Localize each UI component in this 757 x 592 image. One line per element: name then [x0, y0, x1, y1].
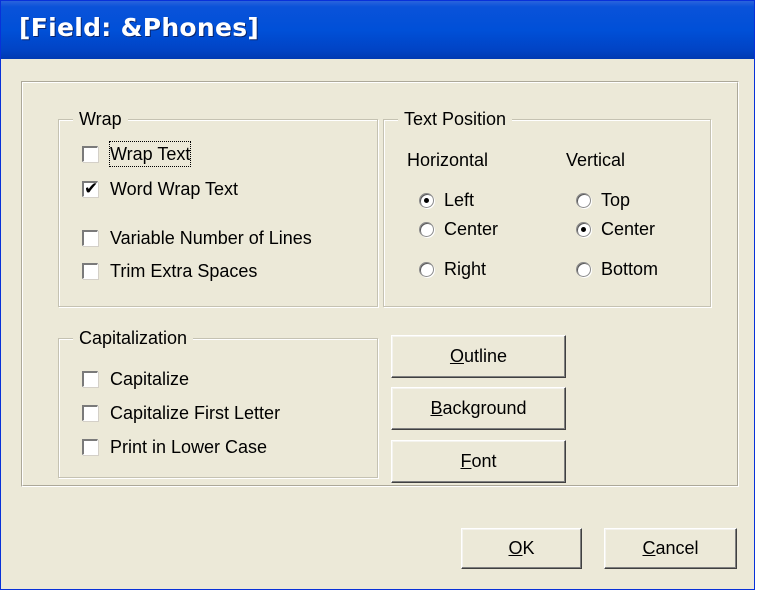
text-position-group: Text Position Horizontal Vertical Left C… — [383, 107, 711, 307]
background-button[interactable]: Background — [391, 387, 566, 430]
check-mark-icon: ✔ — [84, 179, 99, 199]
horizontal-center-radio[interactable]: Center — [419, 216, 498, 242]
capitalization-group-legend: Capitalization — [73, 326, 194, 350]
trim-extra-spaces-checkbox-box[interactable] — [82, 263, 98, 279]
vertical-top-radio[interactable]: Top — [576, 187, 630, 213]
font-button-label: ont — [471, 451, 497, 471]
capitalize-checkbox-box[interactable] — [82, 371, 98, 387]
print-in-lower-case-checkbox-box[interactable] — [82, 439, 98, 455]
wrap-text-checkbox-box[interactable] — [82, 146, 98, 162]
cancel-button[interactable]: Cancel — [604, 528, 737, 569]
word-wrap-text-checkbox[interactable]: ✔ Word Wrap Text — [82, 176, 238, 202]
dialog-window: [Field: &Phones] Wrap Wrap Text ✔ Word W… — [0, 0, 755, 590]
vertical-center-label: Center — [601, 219, 656, 239]
wrap-text-label: Wrap Text — [108, 141, 192, 167]
capitalize-first-letter-label: Capitalize First Letter — [110, 403, 281, 423]
print-in-lower-case-checkbox[interactable]: Print in Lower Case — [82, 434, 267, 460]
vertical-label: Vertical — [566, 150, 626, 170]
trim-extra-spaces-checkbox[interactable]: Trim Extra Spaces — [82, 258, 257, 284]
radio-dot-icon — [581, 226, 586, 232]
vertical-bottom-radio[interactable]: Bottom — [576, 256, 658, 282]
horizontal-label: Horizontal — [407, 150, 489, 170]
outline-button-label: utline — [463, 346, 508, 366]
outline-button[interactable]: Outline — [391, 335, 566, 378]
text-position-group-legend: Text Position — [398, 107, 513, 131]
variable-number-of-lines-checkbox[interactable]: Variable Number of Lines — [82, 225, 312, 251]
background-button-accel: B — [430, 398, 443, 418]
capitalization-group: Capitalization Capitalize Capitalize Fir… — [58, 326, 378, 478]
background-button-label: ackground — [442, 398, 527, 418]
horizontal-right-radio-circle[interactable] — [419, 261, 434, 277]
word-wrap-text-checkbox-box[interactable]: ✔ — [82, 179, 99, 199]
ok-button-label: K — [522, 538, 535, 558]
font-button[interactable]: Font — [391, 440, 566, 483]
vertical-top-label: Top — [601, 190, 631, 210]
wrap-text-checkbox[interactable]: Wrap Text — [82, 141, 192, 167]
horizontal-left-label: Left — [444, 190, 475, 210]
capitalize-first-letter-checkbox[interactable]: Capitalize First Letter — [82, 400, 280, 426]
capitalize-first-letter-checkbox-box[interactable] — [82, 405, 98, 421]
title-bar[interactable]: [Field: &Phones] — [1, 1, 754, 59]
ok-button-accel: O — [508, 538, 523, 558]
trim-extra-spaces-label: Trim Extra Spaces — [110, 261, 258, 281]
word-wrap-text-label: Word Wrap Text — [110, 179, 239, 199]
cancel-button-accel: C — [642, 538, 656, 558]
vertical-center-radio-circle[interactable] — [576, 221, 591, 237]
horizontal-left-radio-circle[interactable] — [419, 192, 434, 208]
horizontal-right-label: Right — [444, 259, 487, 279]
font-button-accel: F — [460, 451, 472, 471]
horizontal-center-radio-circle[interactable] — [419, 221, 434, 237]
wrap-group-legend: Wrap — [73, 107, 128, 131]
horizontal-right-radio[interactable]: Right — [419, 256, 486, 282]
vertical-center-radio[interactable]: Center — [576, 216, 655, 242]
capitalize-label: Capitalize — [110, 369, 190, 389]
window-title: [Field: &Phones] — [19, 13, 260, 42]
cancel-button-label: ancel — [655, 538, 699, 558]
capitalize-checkbox[interactable]: Capitalize — [82, 366, 189, 392]
settings-panel: Wrap Wrap Text ✔ Word Wrap Text Variable… — [21, 81, 739, 487]
vertical-top-radio-circle[interactable] — [576, 192, 591, 208]
ok-button[interactable]: OK — [461, 528, 582, 569]
print-in-lower-case-label: Print in Lower Case — [110, 437, 268, 457]
wrap-group: Wrap Wrap Text ✔ Word Wrap Text Variable… — [58, 107, 378, 307]
vertical-bottom-label: Bottom — [601, 259, 659, 279]
variable-number-of-lines-label: Variable Number of Lines — [110, 228, 312, 248]
outline-button-accel: O — [449, 346, 464, 366]
variable-number-of-lines-checkbox-box[interactable] — [82, 230, 98, 246]
horizontal-center-label: Center — [444, 219, 499, 239]
vertical-bottom-radio-circle[interactable] — [576, 261, 591, 277]
horizontal-left-radio[interactable]: Left — [419, 187, 474, 213]
radio-dot-icon — [424, 197, 429, 203]
